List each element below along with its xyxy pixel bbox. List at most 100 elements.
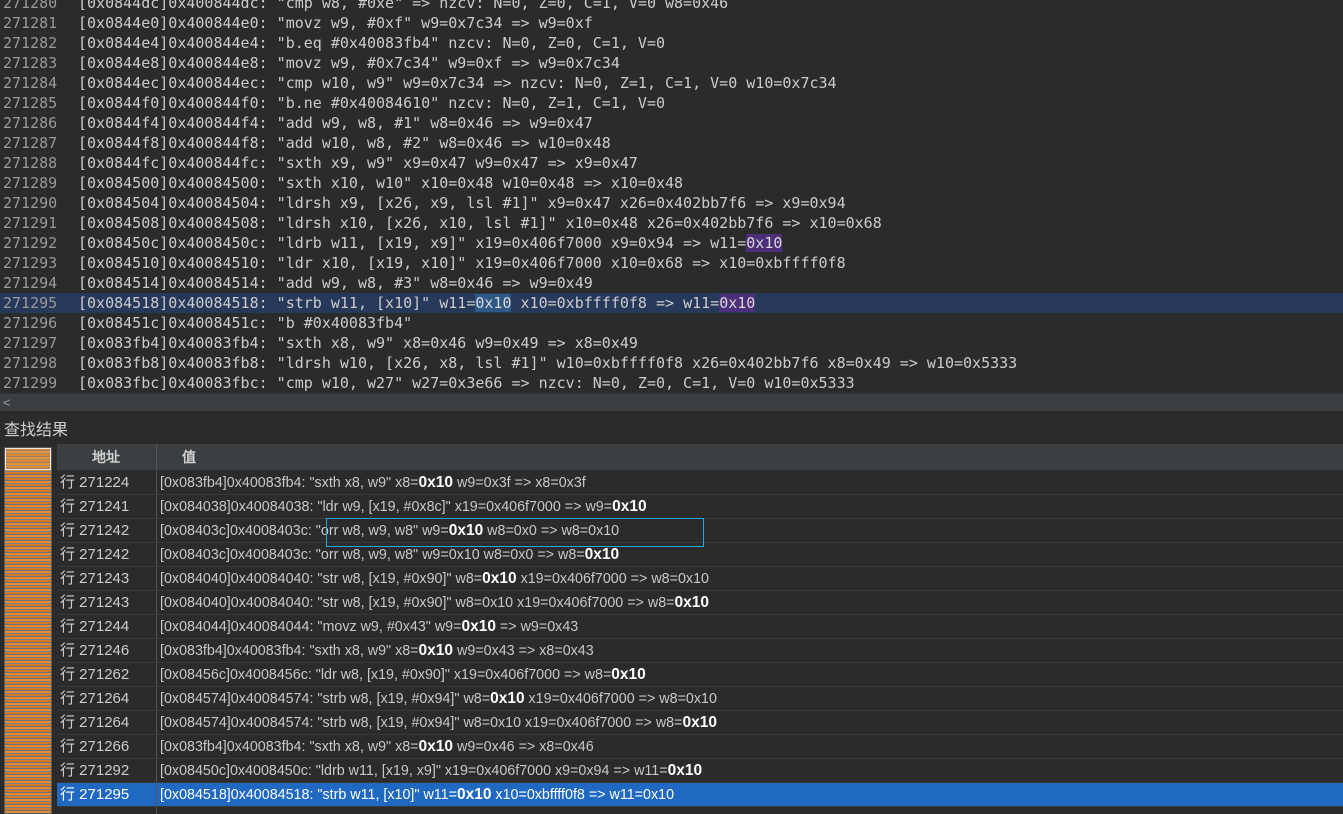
match-bold: 0x10 (456, 786, 492, 803)
match-bold: 0x10 (584, 546, 620, 563)
match-bold: 0x10 (418, 642, 454, 659)
results-minimap[interactable] (4, 447, 52, 814)
result-row[interactable]: 行 271292 [0x08450c]0x4008450c: "ldrb w11,… (57, 759, 1343, 783)
line-number: 271299 (3, 374, 58, 392)
code-text: [0x0844ec]0x400844ec: "cmp w10, w9" w9=0… (78, 74, 837, 92)
panel-title: 查找结果 (4, 422, 69, 439)
code-line[interactable]: 271285 [0x0844f0]0x400844f0: "b.ne #0x400… (0, 93, 1343, 113)
code-segment: [0x083fb8]0x40083fb8: "ldrsh w10, [x26, … (78, 354, 1018, 372)
result-row[interactable]: 行 271242 [0x08403c]0x4008403c: "orr w8, w… (57, 519, 1343, 543)
column-header-value[interactable]: 值 (157, 444, 1343, 470)
line-number: 271287 (3, 134, 58, 152)
result-row[interactable]: 行 271264 [0x084574]0x40084574: "strb w8, … (57, 711, 1343, 735)
line-number: 271296 (3, 314, 58, 332)
code-line[interactable]: 271297 [0x083fb4]0x40083fb4: "sxth x8, w9… (0, 333, 1343, 353)
value-segment: x19=0x406f7000 => w8=0x10 (516, 571, 709, 587)
code-line[interactable]: 271286 [0x0844f4]0x400844f4: "add w9, w8,… (0, 113, 1343, 133)
value-segment: [0x084040]0x40084040: "str w8, [x19, #0x… (160, 571, 483, 587)
search-match-highlight: 0x10 (746, 234, 783, 252)
code-line[interactable]: 271294 [0x084514]0x40084514: "add w9, w8,… (0, 273, 1343, 293)
result-value: [0x083fb4]0x40083fb4: "sxth x8, w9" x8=0… (157, 639, 1343, 662)
search-match-highlight: 0x10 (719, 294, 756, 312)
code-segment: [0x0844ec]0x400844ec: "cmp w10, w9" w9=0… (78, 74, 837, 92)
code-segment: [0x0844e8]0x400844e8: "movz w9, #0x7c34"… (78, 54, 620, 72)
code-text: [0x084510]0x40084510: "ldr x10, [x19, x1… (78, 254, 846, 272)
line-number: 271293 (3, 254, 58, 272)
code-text: [0x084508]0x40084508: "ldrsh x10, [x26, … (78, 214, 882, 232)
value-segment: [0x084044]0x40084044: "movz w9, #0x43" w… (160, 619, 462, 635)
result-row[interactable]: 行 271244 [0x084044]0x40084044: "movz w9, … (57, 615, 1343, 639)
code-line[interactable]: 271292 [0x08450c]0x4008450c: "ldrb w11, [… (0, 233, 1343, 253)
value-segment: [0x08456c]0x4008456c: "ldr w8, [x19, #0x… (160, 667, 612, 683)
code-line[interactable]: 271290 [0x084504]0x40084504: "ldrsh x9, [… (0, 193, 1343, 213)
result-line-number: 行 271243 (57, 591, 157, 614)
code-line[interactable]: 271289 [0x084500]0x40084500: "sxth x10, w… (0, 173, 1343, 193)
code-text: [0x0844dc]0x400844dc: "cmp w8, #0xe" => … (78, 0, 728, 12)
match-bold: 0x10 (418, 474, 454, 491)
code-line[interactable]: 271282 [0x0844e4]0x400844e4: "b.eq #0x400… (0, 33, 1343, 53)
result-value: [0x084574]0x40084574: "strb w8, [x19, #0… (157, 687, 1343, 710)
code-line[interactable]: 271284 [0x0844ec]0x400844ec: "cmp w10, w9… (0, 73, 1343, 93)
result-line-number: 行 271242 (57, 543, 157, 566)
value-segment: [0x08403c]0x4008403c: "orr w8, w9, w8" w… (160, 523, 449, 539)
value-segment: [0x084518]0x40084518: "strb w11, [x10]" … (160, 787, 457, 803)
code-segment: [0x0844dc]0x400844dc: "cmp w8, #0xe" => … (78, 0, 729, 12)
search-match-highlight: 0x10 (475, 294, 512, 312)
code-line[interactable]: 271293 [0x084510]0x40084510: "ldr x10, [x… (0, 253, 1343, 273)
match-bold: 0x10 (612, 498, 647, 515)
line-number: 271284 (3, 74, 58, 92)
value-segment: [0x084040]0x40084040: "str w8, [x19, #0x… (160, 595, 675, 611)
code-text: [0x0844fc]0x400844fc: "sxth x9, w9" x9=0… (78, 154, 638, 172)
code-line[interactable]: 271299 [0x083fbc]0x40083fbc: "cmp w10, w2… (0, 373, 1343, 393)
table-header: 地址 值 (57, 444, 1343, 471)
code-line[interactable]: 271287 [0x0844f8]0x400844f8: "add w10, w8… (0, 133, 1343, 153)
match-bold: 0x10 (667, 762, 703, 779)
trace-editor[interactable]: 271280 [0x0844dc]0x400844dc: "cmp w8, #0x… (0, 0, 1343, 393)
code-text: [0x084518]0x40084518: "strb w11, [x10]" … (78, 294, 756, 312)
value-segment: [0x083fb4]0x40083fb4: "sxth x8, w9" x8= (160, 643, 419, 659)
result-value: [0x08403c]0x4008403c: "orr w8, w9, w8" w… (157, 543, 1343, 566)
code-line[interactable]: 271291 [0x084508]0x40084508: "ldrsh x10, … (0, 213, 1343, 233)
code-line[interactable]: 271288 [0x0844fc]0x400844fc: "sxth x9, w9… (0, 153, 1343, 173)
value-segment: [0x083fb4]0x40083fb4: "sxth x8, w9" x8= (160, 475, 419, 491)
code-text: [0x08451c]0x4008451c: "b #0x40083fb4" (78, 314, 412, 332)
editor-horizontal-scrollbar[interactable]: < (0, 393, 1343, 411)
result-line-number: 行 271262 (57, 663, 157, 686)
column-header-address[interactable]: 地址 (57, 444, 157, 470)
code-segment: [0x08451c]0x4008451c: "b #0x40083fb4" (78, 314, 413, 332)
result-row[interactable]: 行 271266 [0x083fb4]0x40083fb4: "sxth x8, … (57, 735, 1343, 759)
code-line[interactable]: 271281 [0x0844e0]0x400844e0: "movz w9, #0… (0, 13, 1343, 33)
result-row[interactable]: 行 271242 [0x08403c]0x4008403c: "orr w8, w… (57, 543, 1343, 567)
value-segment: x19=0x406f7000 => w8=0x10 (524, 691, 717, 707)
code-line[interactable]: 271298 [0x083fb8]0x40083fb8: "ldrsh w10, … (0, 353, 1343, 373)
result-value: [0x08456c]0x4008456c: "ldr w8, [x19, #0x… (157, 663, 1343, 686)
match-bold: 0x10 (682, 714, 717, 731)
result-row-selected[interactable]: 行 271295 [0x084518]0x40084518: "strb w11,… (57, 783, 1343, 807)
code-text: [0x084504]0x40084504: "ldrsh x9, [x26, x… (78, 194, 846, 212)
code-segment: [0x0844f0]0x400844f0: "b.ne #0x40084610"… (78, 94, 665, 112)
result-line-number: 行 271292 (57, 759, 157, 782)
line-number: 271288 (3, 154, 58, 172)
code-segment: [0x084504]0x40084504: "ldrsh x9, [x26, x… (78, 194, 846, 212)
result-row[interactable]: 行 271243 [0x084040]0x40084040: "str w8, [… (57, 567, 1343, 591)
result-value: [0x084044]0x40084044: "movz w9, #0x43" w… (157, 615, 1343, 638)
code-line[interactable]: 271283 [0x0844e8]0x400844e8: "movz w9, #0… (0, 53, 1343, 73)
result-row[interactable]: 行 271264 [0x084574]0x40084574: "strb w8, … (57, 687, 1343, 711)
result-row[interactable]: 行 271243 [0x084040]0x40084040: "str w8, [… (57, 591, 1343, 615)
value-segment: [0x084038]0x40084038: "ldr w9, [x19, #0x… (160, 499, 613, 515)
code-line[interactable]: 271296 [0x08451c]0x4008451c: "b #0x40083f… (0, 313, 1343, 333)
code-line-current[interactable]: 271295 [0x084518]0x40084518: "strb w11, [… (0, 293, 1343, 313)
code-line[interactable]: 271280 [0x0844dc]0x400844dc: "cmp w8, #0x… (0, 0, 1343, 13)
scroll-left-arrow-icon[interactable]: < (3, 394, 11, 411)
result-row[interactable] (57, 807, 1343, 814)
line-number: 271292 (3, 234, 58, 252)
result-row[interactable]: 行 271241 [0x084038]0x40084038: "ldr w9, [… (57, 495, 1343, 519)
code-segment: [0x08450c]0x4008450c: "ldrb w11, [x19, x… (78, 234, 747, 252)
result-row[interactable]: 行 271224 [0x083fb4]0x40083fb4: "sxth x8, … (57, 471, 1343, 495)
minimap-viewport[interactable] (5, 448, 51, 470)
result-row[interactable]: 行 271246 [0x083fb4]0x40083fb4: "sxth x8, … (57, 639, 1343, 663)
code-text: [0x083fb8]0x40083fb8: "ldrsh w10, [x26, … (78, 354, 1017, 372)
value-segment: w8=0x0 => w8=0x10 (483, 523, 620, 539)
result-row[interactable]: 行 271262 [0x08456c]0x4008456c: "ldr w8, [… (57, 663, 1343, 687)
line-number: 271290 (3, 194, 58, 212)
